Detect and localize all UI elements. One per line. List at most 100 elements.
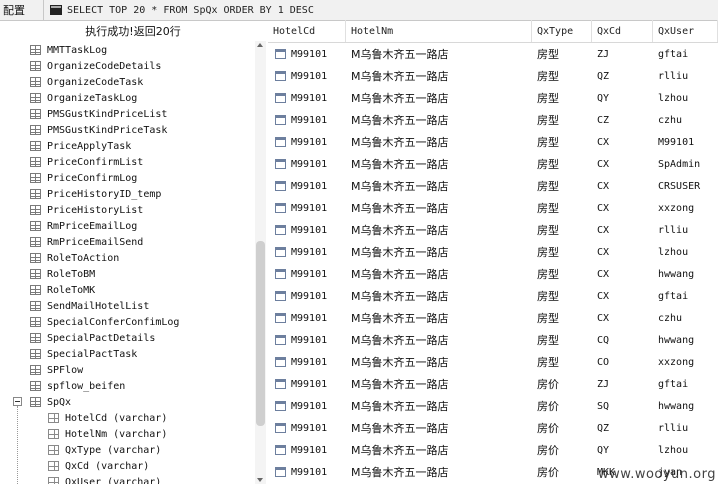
- grid-cell[interactable]: M乌鲁木齐五一路店: [346, 131, 532, 153]
- grid-cell[interactable]: gftai: [653, 285, 718, 307]
- tree-item-table[interactable]: PriceHistoryList: [30, 202, 143, 218]
- grid-cell[interactable]: M99101: [268, 153, 346, 175]
- table-row[interactable]: M99101 M乌鲁木齐五一路店 房价 SQ hwwang: [268, 395, 718, 417]
- tree-item-table[interactable]: OrganizeCodeDetails: [30, 58, 161, 74]
- grid-cell[interactable]: M99101: [653, 131, 718, 153]
- table-row[interactable]: M99101 M乌鲁木齐五一路店 房型 CX rlliu: [268, 219, 718, 241]
- table-row[interactable]: M99101 M乌鲁木齐五一路店 房型 CX M99101: [268, 131, 718, 153]
- tree-item-table[interactable]: SPFlow: [30, 362, 83, 378]
- tree-item-table[interactable]: MMTTaskLog: [30, 42, 107, 58]
- grid-cell[interactable]: 房型: [532, 109, 592, 131]
- tree-item-table[interactable]: RoleToMK: [30, 282, 95, 298]
- column-header-qxcd[interactable]: QxCd: [592, 20, 653, 42]
- grid-cell[interactable]: 房型: [532, 131, 592, 153]
- grid-cell[interactable]: M99101: [268, 263, 346, 285]
- grid-cell[interactable]: 房价: [532, 395, 592, 417]
- grid-cell[interactable]: M乌鲁木齐五一路店: [346, 219, 532, 241]
- table-row[interactable]: M99101 M乌鲁木齐五一路店 房价 QZ rlliu: [268, 417, 718, 439]
- grid-cell[interactable]: M99101: [268, 219, 346, 241]
- grid-cell[interactable]: 房型: [532, 329, 592, 351]
- grid-cell[interactable]: 房型: [532, 285, 592, 307]
- grid-cell[interactable]: M99101: [268, 87, 346, 109]
- grid-cell[interactable]: M99101: [268, 329, 346, 351]
- grid-cell[interactable]: CZ: [592, 109, 653, 131]
- grid-cell[interactable]: QZ: [592, 65, 653, 87]
- grid-cell[interactable]: czhu: [653, 307, 718, 329]
- grid-cell[interactable]: M99101: [268, 197, 346, 219]
- grid-cell[interactable]: M乌鲁木齐五一路店: [346, 461, 532, 483]
- grid-cell[interactable]: M99101: [268, 307, 346, 329]
- grid-cell[interactable]: hwwang: [653, 329, 718, 351]
- grid-cell[interactable]: M乌鲁木齐五一路店: [346, 439, 532, 461]
- tree-item-table[interactable]: RoleToBM: [30, 266, 95, 282]
- grid-cell[interactable]: QY: [592, 439, 653, 461]
- grid-cell[interactable]: 房型: [532, 153, 592, 175]
- grid-cell[interactable]: M乌鲁木齐五一路店: [346, 417, 532, 439]
- grid-cell[interactable]: CX: [592, 175, 653, 197]
- grid-cell[interactable]: M99101: [268, 439, 346, 461]
- grid-cell[interactable]: xxzong: [653, 351, 718, 373]
- grid-cell[interactable]: M乌鲁木齐五一路店: [346, 43, 532, 65]
- collapse-icon[interactable]: [13, 397, 22, 406]
- grid-cell[interactable]: 房型: [532, 43, 592, 65]
- grid-cell[interactable]: CX: [592, 307, 653, 329]
- grid-cell[interactable]: M乌鲁木齐五一路店: [346, 197, 532, 219]
- table-row[interactable]: M99101 M乌鲁木齐五一路店 房型 ZJ gftai: [268, 43, 718, 65]
- tree-item-table[interactable]: SendMailHotelList: [30, 298, 149, 314]
- grid-cell[interactable]: M99101: [268, 131, 346, 153]
- grid-cell[interactable]: czhu: [653, 109, 718, 131]
- grid-cell[interactable]: CX: [592, 153, 653, 175]
- grid-cell[interactable]: hwwang: [653, 395, 718, 417]
- tree-item-table[interactable]: PriceHistoryID_temp: [30, 186, 161, 202]
- table-row[interactable]: M99101 M乌鲁木齐五一路店 房型 CX czhu: [268, 307, 718, 329]
- table-row[interactable]: M99101 M乌鲁木齐五一路店 房型 QZ rlliu: [268, 65, 718, 87]
- tree-item-column[interactable]: HotelCd (varchar): [48, 410, 167, 426]
- grid-cell[interactable]: M99101: [268, 109, 346, 131]
- grid-cell[interactable]: rlliu: [653, 219, 718, 241]
- grid-cell[interactable]: hwwang: [653, 263, 718, 285]
- table-row[interactable]: M99101 M乌鲁木齐五一路店 房型 CX SpAdmin: [268, 153, 718, 175]
- grid-cell[interactable]: M99101: [268, 241, 346, 263]
- tree-item-table[interactable]: OrganizeTaskLog: [30, 90, 137, 106]
- grid-cell[interactable]: ZJ: [592, 373, 653, 395]
- tree-item-table[interactable]: OrganizeCodeTask: [30, 74, 143, 90]
- tree-item-column[interactable]: QxUser (varchar): [48, 474, 161, 484]
- grid-cell[interactable]: M乌鲁木齐五一路店: [346, 351, 532, 373]
- grid-cell[interactable]: 房型: [532, 263, 592, 285]
- tree-item-column[interactable]: HotelNm (varchar): [48, 426, 167, 442]
- sql-query-text[interactable]: SELECT TOP 20 * FROM SpQx ORDER BY 1 DES…: [67, 5, 314, 16]
- grid-cell[interactable]: CX: [592, 285, 653, 307]
- grid-cell[interactable]: QY: [592, 87, 653, 109]
- tree-item-table[interactable]: PriceApplyTask: [30, 138, 131, 154]
- grid-cell[interactable]: lzhou: [653, 87, 718, 109]
- table-row[interactable]: M99101 M乌鲁木齐五一路店 房型 CX CRSUSER: [268, 175, 718, 197]
- grid-cell[interactable]: 房型: [532, 65, 592, 87]
- tree-item-column[interactable]: QxType (varchar): [48, 442, 161, 458]
- grid-cell[interactable]: M乌鲁木齐五一路店: [346, 285, 532, 307]
- tree-item-table[interactable]: SpecialConferConfimLog: [30, 314, 179, 330]
- grid-cell[interactable]: xxzong: [653, 197, 718, 219]
- grid-cell[interactable]: M99101: [268, 461, 346, 483]
- grid-cell[interactable]: CX: [592, 219, 653, 241]
- grid-cell[interactable]: QZ: [592, 417, 653, 439]
- config-button[interactable]: 配置: [0, 0, 44, 20]
- grid-cell[interactable]: 房型: [532, 307, 592, 329]
- column-header-qxtype[interactable]: QxType: [532, 20, 592, 42]
- table-row[interactable]: M99101 M乌鲁木齐五一路店 房型 CX gftai: [268, 285, 718, 307]
- grid-cell[interactable]: 房型: [532, 241, 592, 263]
- grid-cell[interactable]: M乌鲁木齐五一路店: [346, 241, 532, 263]
- grid-cell[interactable]: M99101: [268, 351, 346, 373]
- grid-cell[interactable]: CX: [592, 131, 653, 153]
- column-header-hotelcd[interactable]: HotelCd: [268, 20, 346, 42]
- grid-cell[interactable]: SQ: [592, 395, 653, 417]
- grid-cell[interactable]: M99101: [268, 417, 346, 439]
- grid-cell[interactable]: ZJ: [592, 43, 653, 65]
- column-header-qxuser[interactable]: QxUser: [653, 20, 718, 42]
- tree-item-table[interactable]: spflow_beifen: [30, 378, 125, 394]
- grid-cell[interactable]: M乌鲁木齐五一路店: [346, 87, 532, 109]
- tree-item-table[interactable]: PriceConfirmLog: [30, 170, 137, 186]
- tree-item-spqx[interactable]: SpQx: [0, 394, 250, 410]
- table-row[interactable]: M99101 M乌鲁木齐五一路店 房型 CZ czhu: [268, 109, 718, 131]
- table-row[interactable]: M99101 M乌鲁木齐五一路店 房价 ZJ gftai: [268, 373, 718, 395]
- grid-cell[interactable]: M99101: [268, 395, 346, 417]
